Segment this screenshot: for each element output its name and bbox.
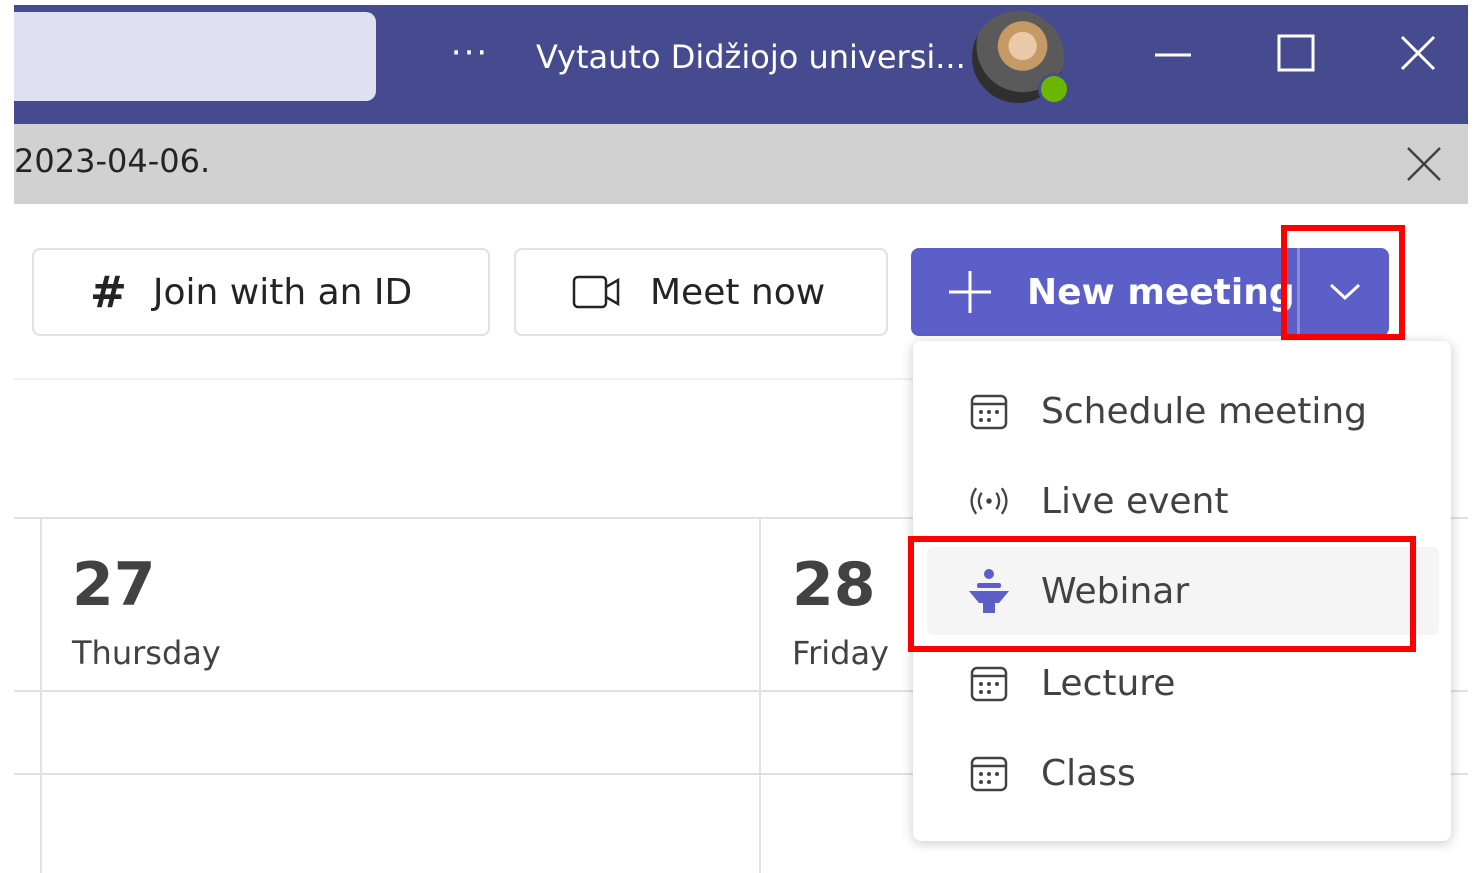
close-icon[interactable] bbox=[1404, 144, 1444, 184]
minimize-icon[interactable] bbox=[1149, 29, 1197, 77]
calendar-column-line bbox=[40, 517, 42, 873]
menu-item-label: Live event bbox=[1041, 480, 1229, 522]
presence-available-icon bbox=[1038, 73, 1070, 105]
close-window-icon[interactable] bbox=[1394, 29, 1442, 77]
menu-item-live-event[interactable]: Live event bbox=[927, 457, 1439, 545]
calendar-column-line bbox=[759, 517, 761, 873]
banner-text: 2023-04-06. bbox=[14, 142, 211, 180]
join-with-id-button[interactable]: # Join with an ID bbox=[32, 248, 490, 336]
divider bbox=[14, 378, 914, 380]
search-input[interactable] bbox=[14, 12, 376, 101]
day-name-friday: Friday bbox=[792, 634, 889, 672]
plus-icon bbox=[949, 271, 991, 313]
menu-item-label: Lecture bbox=[1041, 662, 1176, 704]
day-number-friday[interactable]: 28 bbox=[792, 550, 876, 620]
calendar-icon bbox=[967, 389, 1011, 433]
organization-name[interactable]: Vytauto Didžiojo universi... bbox=[536, 33, 966, 81]
title-bar: ··· Vytauto Didžiojo universi... bbox=[14, 5, 1468, 124]
day-number-thursday[interactable]: 27 bbox=[72, 550, 156, 620]
menu-item-label: Schedule meeting bbox=[1041, 390, 1368, 432]
new-meeting-label: New meeting bbox=[1027, 271, 1295, 313]
calendar-icon bbox=[967, 751, 1011, 795]
meet-now-button[interactable]: Meet now bbox=[514, 248, 888, 336]
hashtag-icon: # bbox=[90, 266, 127, 318]
menu-item-schedule-meeting[interactable]: Schedule meeting bbox=[927, 367, 1439, 455]
join-with-id-label: Join with an ID bbox=[152, 271, 413, 313]
meet-now-label: Meet now bbox=[650, 271, 826, 313]
calendar-icon bbox=[967, 661, 1011, 705]
more-options-button[interactable]: ··· bbox=[446, 33, 494, 73]
menu-item-lecture[interactable]: Lecture bbox=[927, 639, 1439, 727]
broadcast-icon bbox=[967, 479, 1011, 523]
annotation-highlight-dropdown bbox=[1281, 225, 1405, 340]
notification-banner: 2023-04-06. bbox=[14, 124, 1468, 204]
annotation-highlight-webinar bbox=[908, 536, 1416, 652]
video-camera-icon bbox=[572, 275, 620, 309]
menu-item-label: Class bbox=[1041, 752, 1136, 794]
menu-item-class[interactable]: Class bbox=[927, 729, 1439, 817]
day-name-thursday: Thursday bbox=[72, 634, 221, 672]
maximize-icon[interactable] bbox=[1272, 29, 1320, 77]
